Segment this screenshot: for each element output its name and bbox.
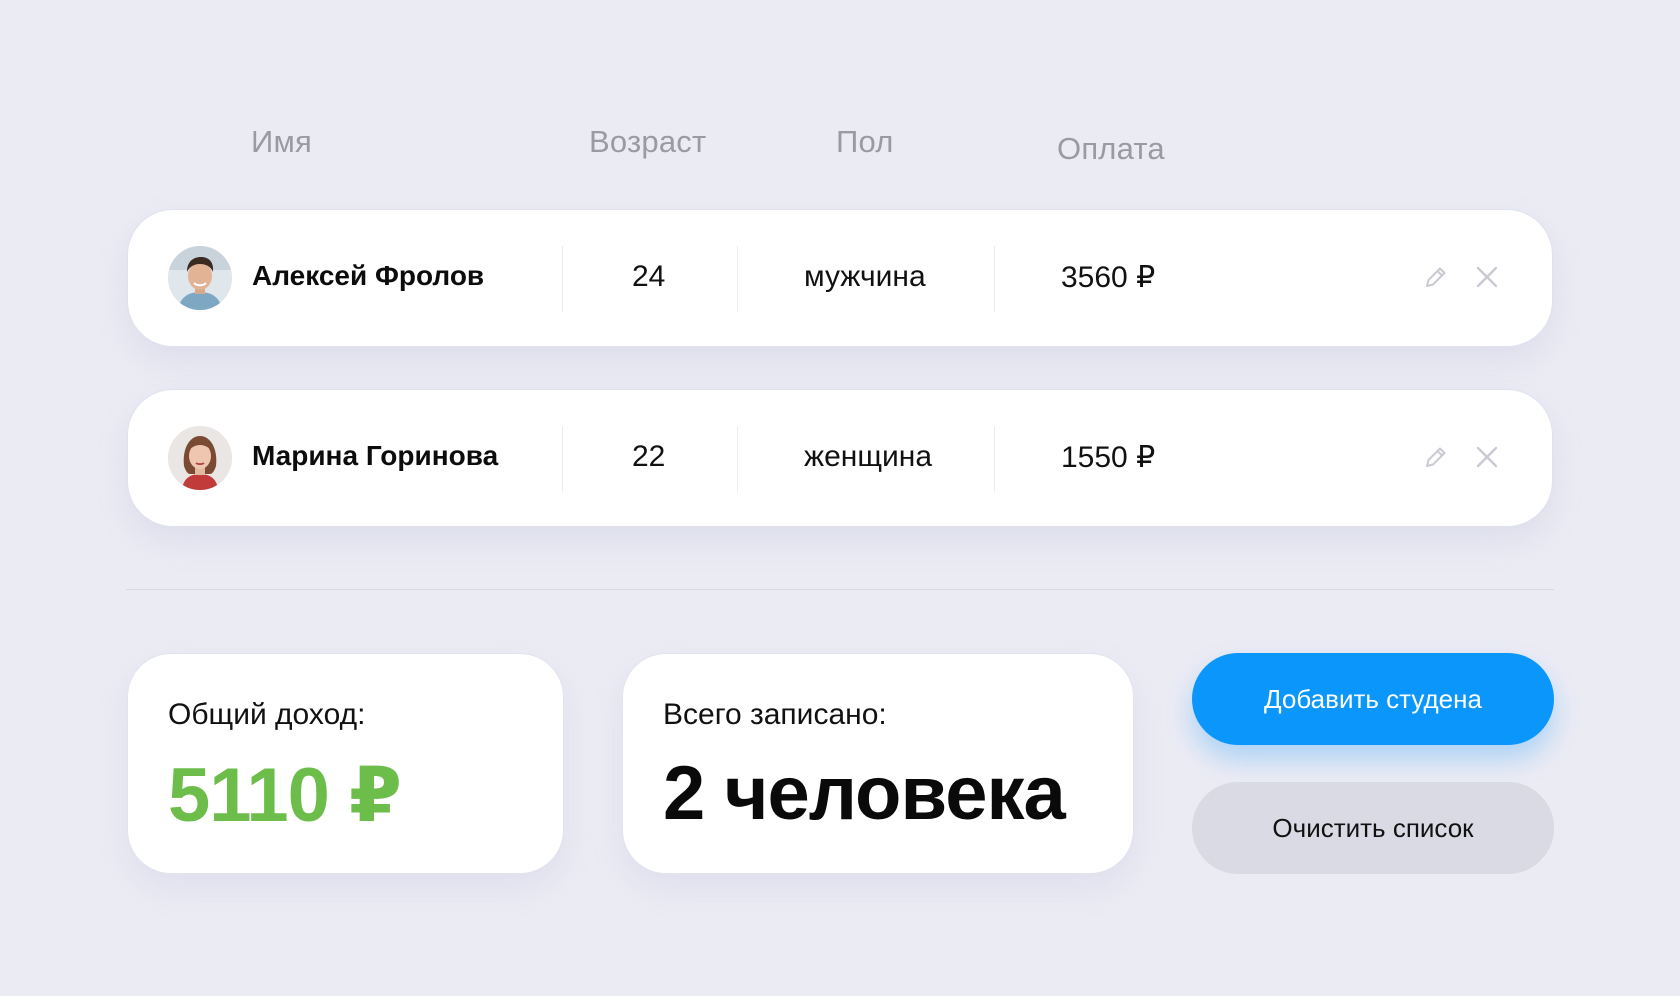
column-header-age: Возраст: [589, 124, 707, 159]
student-age: 22: [632, 440, 666, 473]
student-age: 24: [632, 260, 666, 293]
column-header-name: Имя: [251, 124, 312, 159]
male-avatar-icon: [168, 246, 232, 310]
column-header-sex: Пол: [836, 124, 894, 159]
enrolled-value: 2 человека: [663, 751, 1066, 836]
section-divider: [126, 589, 1554, 590]
pencil-icon: [1426, 447, 1446, 467]
column-divider: [994, 426, 995, 492]
income-card: Общий доход: 5110 ₽: [127, 653, 564, 874]
student-payment: 1550 ₽: [1061, 441, 1156, 474]
column-divider: [994, 246, 995, 312]
student-name: Марина Горинова: [252, 440, 499, 471]
student-row: Марина Горинова 22 женщина 1550 ₽: [127, 389, 1553, 527]
income-value: 5110 ₽: [168, 753, 402, 838]
close-icon: [1476, 446, 1498, 468]
column-divider: [737, 426, 738, 492]
enrolled-card: Всего записано: 2 человека: [622, 653, 1134, 874]
enrolled-label: Всего записано:: [663, 698, 887, 731]
edit-button[interactable]: [1416, 257, 1456, 297]
add-student-button[interactable]: Добавить студена: [1192, 653, 1554, 745]
income-label: Общий доход:: [168, 698, 366, 731]
column-divider: [562, 246, 563, 312]
delete-button[interactable]: [1467, 437, 1507, 477]
student-payment: 3560 ₽: [1061, 261, 1156, 294]
column-divider: [562, 426, 563, 492]
edit-button[interactable]: [1416, 437, 1456, 477]
column-header-payment: Оплата: [1057, 131, 1165, 166]
close-icon: [1476, 266, 1498, 288]
student-name: Алексей Фролов: [252, 260, 485, 291]
pencil-icon: [1426, 267, 1446, 287]
female-avatar-icon: [168, 426, 232, 490]
clear-list-button[interactable]: Очистить список: [1192, 782, 1554, 874]
avatar: [168, 246, 232, 310]
column-divider: [737, 246, 738, 312]
student-sex: мужчина: [804, 260, 926, 293]
student-row: Алексей Фролов 24 мужчина 3560 ₽: [127, 209, 1553, 347]
delete-button[interactable]: [1467, 257, 1507, 297]
student-sex: женщина: [804, 440, 933, 473]
students-page: Имя Возраст Пол Оплата Алексей Фролов 24…: [0, 0, 1680, 996]
avatar: [168, 426, 232, 490]
